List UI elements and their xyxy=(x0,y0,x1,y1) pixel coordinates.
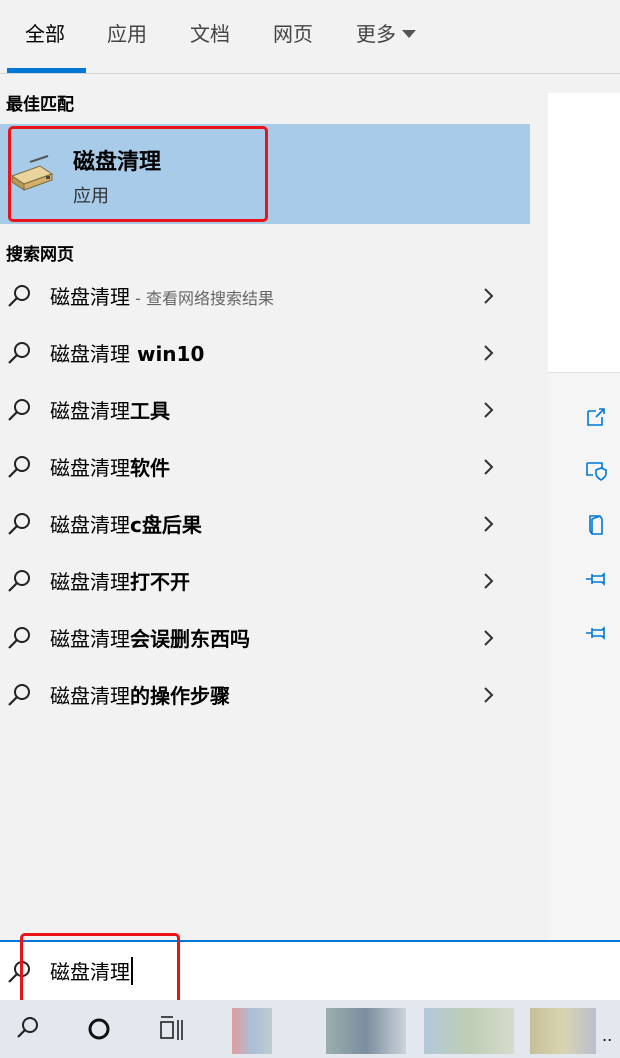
result-query: 磁盘清理 xyxy=(50,285,130,309)
tab-documents[interactable]: 文档 xyxy=(190,18,230,47)
tab-more[interactable]: 更多 xyxy=(356,18,416,47)
search-box[interactable]: 磁盘清理 xyxy=(0,940,620,1000)
result-suggestion: 打不开 xyxy=(130,570,190,594)
result-label: 磁盘清理c盘后果 xyxy=(50,509,202,538)
chevron-right-icon[interactable] xyxy=(480,569,498,593)
taskbar-app-icon[interactable] xyxy=(424,1008,514,1054)
chevron-right-icon[interactable] xyxy=(480,398,498,422)
chevron-right-icon[interactable] xyxy=(480,341,498,365)
task-view-icon[interactable] xyxy=(158,1014,186,1044)
result-query: 磁盘清理 xyxy=(50,627,130,651)
result-suggestion: 的操作步骤 xyxy=(130,684,230,708)
taskbar-app-icon[interactable] xyxy=(326,1008,406,1054)
taskbar-app-icon[interactable] xyxy=(232,1008,272,1054)
best-match-item[interactable]: 磁盘清理 应用 xyxy=(0,124,530,224)
chevron-right-icon[interactable] xyxy=(480,626,498,650)
web-search-result[interactable]: 磁盘清理c盘后果 xyxy=(0,496,530,553)
search-icon xyxy=(8,570,30,592)
search-icon xyxy=(8,627,30,649)
web-search-result[interactable]: 磁盘清理会误删东西吗 xyxy=(0,610,530,667)
search-icon xyxy=(8,456,30,478)
best-match-subtitle: 应用 xyxy=(73,186,109,207)
web-search-result[interactable]: 磁盘清理打不开 xyxy=(0,553,530,610)
result-query: 磁盘清理 xyxy=(50,684,130,708)
search-input-value: 磁盘清理 xyxy=(50,960,130,984)
result-suggestion: 软件 xyxy=(130,456,170,480)
filter-tabs: 全部 应用 文档 网页 更多 xyxy=(0,0,620,74)
search-icon xyxy=(8,399,30,421)
web-search-result[interactable]: 磁盘清理 - 查看网络搜索结果 xyxy=(0,268,530,325)
tab-apps[interactable]: 应用 xyxy=(107,18,147,47)
result-label: 磁盘清理 - 查看网络搜索结果 xyxy=(50,281,274,310)
result-label: 磁盘清理会误删东西吗 xyxy=(50,623,250,652)
tab-web[interactable]: 网页 xyxy=(273,18,313,47)
result-hint: - 查看网络搜索结果 xyxy=(130,289,274,308)
web-search-result[interactable]: 磁盘清理的操作步骤 xyxy=(0,667,530,724)
result-label: 磁盘清理的操作步骤 xyxy=(50,680,230,709)
search-input[interactable]: 磁盘清理 xyxy=(50,956,133,985)
chevron-right-icon[interactable] xyxy=(480,683,498,707)
search-icon xyxy=(8,513,30,535)
search-icon xyxy=(8,684,30,706)
tab-more-label: 更多 xyxy=(356,22,396,46)
result-label: 磁盘清理工具 xyxy=(50,395,170,424)
web-search-header: 搜索网页 xyxy=(6,245,74,265)
chevron-right-icon[interactable] xyxy=(480,455,498,479)
web-search-result[interactable]: 磁盘清理 win10 xyxy=(0,325,530,382)
results-pane: 最佳匹配 磁盘清理 应用 搜索网页 磁盘清理 - 查看网络搜索结果 磁盘清理 wi… xyxy=(0,74,530,940)
search-icon xyxy=(8,285,30,307)
pin-to-start-icon[interactable] xyxy=(584,567,608,591)
result-query: 磁盘清理 xyxy=(50,513,130,537)
web-search-result[interactable]: 磁盘清理工具 xyxy=(0,382,530,439)
cortana-icon[interactable] xyxy=(86,1016,112,1042)
tab-all[interactable]: 全部 xyxy=(25,18,65,47)
best-match-title: 磁盘清理 xyxy=(73,150,162,175)
search-icon xyxy=(8,961,30,983)
result-suggestion: 工具 xyxy=(130,399,170,423)
run-as-admin-icon[interactable] xyxy=(584,459,608,483)
open-file-location-icon[interactable] xyxy=(584,513,608,537)
best-match-header: 最佳匹配 xyxy=(6,95,74,115)
open-icon[interactable] xyxy=(584,405,608,429)
active-tab-indicator xyxy=(7,68,86,73)
result-query: 磁盘清理 xyxy=(50,342,130,366)
result-query: 磁盘清理 xyxy=(50,456,130,480)
chevron-down-icon xyxy=(402,30,416,38)
result-suggestion: 会误删东西吗 xyxy=(130,627,250,651)
taskbar-search-icon[interactable] xyxy=(14,1014,42,1042)
result-query: 磁盘清理 xyxy=(50,399,130,423)
taskbar: .. xyxy=(0,1000,620,1058)
result-query: 磁盘清理 xyxy=(50,570,130,594)
pin-to-taskbar-icon[interactable] xyxy=(584,621,608,645)
disk-cleanup-icon xyxy=(10,155,54,191)
chevron-right-icon[interactable] xyxy=(480,512,498,536)
web-search-result[interactable]: 磁盘清理软件 xyxy=(0,439,530,496)
text-cursor xyxy=(131,957,133,985)
result-label: 磁盘清理软件 xyxy=(50,452,170,481)
app-actions xyxy=(548,372,620,940)
result-label: 磁盘清理 win10 xyxy=(50,338,204,367)
result-suggestion: c盘后果 xyxy=(130,513,202,537)
result-label: 磁盘清理打不开 xyxy=(50,566,190,595)
result-suggestion: win10 xyxy=(130,342,205,366)
taskbar-app-icon[interactable] xyxy=(530,1008,596,1054)
chevron-right-icon[interactable] xyxy=(480,284,498,308)
search-icon xyxy=(8,342,30,364)
taskbar-overflow[interactable]: .. xyxy=(602,1026,612,1045)
preview-panel xyxy=(548,93,620,372)
